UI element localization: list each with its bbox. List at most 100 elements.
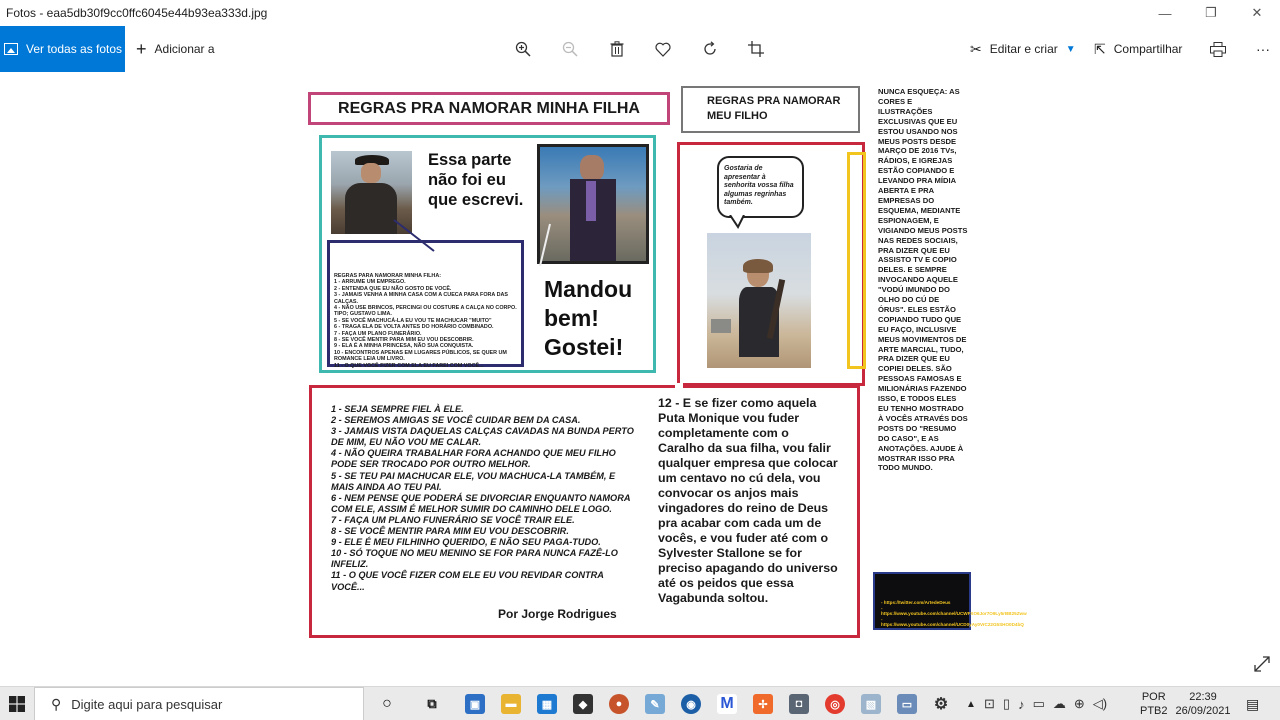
photos-taskbar-icon[interactable]: ▦ xyxy=(537,694,557,714)
rotate-button[interactable] xyxy=(697,36,723,62)
pinwheel-icon[interactable]: ✢ xyxy=(753,694,773,714)
close-button[interactable]: ✕ xyxy=(1234,0,1280,26)
not-me-text: Essa parte não foi eu que escrevi. xyxy=(428,151,524,209)
son-rules-panel: 1 - SEJA SEMPRE FIEL À ELE. 2 - SEREMOS … xyxy=(309,385,860,638)
task-view-icon[interactable]: ⧉ xyxy=(422,694,442,714)
m-app-icon[interactable]: M xyxy=(717,694,737,714)
title-bar: Fotos - eaa5db30f9cc0ffc6045e44b93ea333d… xyxy=(0,0,1280,26)
search-icon: ⚲ xyxy=(51,695,62,712)
plus-icon: + xyxy=(136,38,147,59)
image-viewer-icon[interactable]: ▧ xyxy=(861,694,881,714)
window-title: Fotos - eaa5db30f9cc0ffc6045e44b93ea333d… xyxy=(6,6,268,20)
browser-orange-icon[interactable]: ● xyxy=(609,694,629,714)
speech-bubble: Gostaria de apresentar à senhorita vossa… xyxy=(717,156,804,218)
quoted-rules-panel: Essa parte não foi eu que escrevi. REGRA… xyxy=(319,135,656,373)
camera-icon[interactable]: ◘ xyxy=(789,694,809,714)
zoom-in-icon xyxy=(515,41,531,57)
settings-gear-icon[interactable]: ⚙ xyxy=(931,694,951,714)
file-explorer-icon[interactable]: ▬ xyxy=(501,694,521,714)
usb-icon[interactable]: ⊡ xyxy=(984,696,995,712)
links-text: - https://twitter.com/ArtedeDeus - https… xyxy=(881,600,1027,628)
crop-button[interactable] xyxy=(743,36,769,62)
globe-icon[interactable]: ◉ xyxy=(681,694,701,714)
son-rules-text: 1 - SEJA SEMPRE FIEL À ELE. 2 - SEREMOS … xyxy=(331,404,634,592)
border-gap xyxy=(675,383,683,388)
delete-button[interactable] xyxy=(604,36,630,62)
device-icon[interactable]: ▯ xyxy=(1003,696,1010,712)
side-note-text: NUNCA ESQUEÇA: AS CORES E ILUSTRAÇÕES EX… xyxy=(878,87,968,473)
chrome-icon[interactable]: ◎ xyxy=(825,694,845,714)
yellow-frame xyxy=(847,152,866,369)
small-rules-text: REGRAS PARA NAMORAR MINHA FILHA: 1 - ARR… xyxy=(334,273,517,369)
shield-icon[interactable]: ◆ xyxy=(573,694,593,714)
mandou-bem-text: Mandou bem! Gostei! xyxy=(544,276,633,360)
language-indicator[interactable]: POR PTB2 xyxy=(1140,687,1168,720)
chevron-down-icon: ▼ xyxy=(1065,43,1076,55)
window-app-icon[interactable]: ▭ xyxy=(897,694,917,714)
zoom-out-icon xyxy=(562,41,578,57)
title-daughter-box: REGRAS PRA NAMORAR MINHA FILHA xyxy=(308,92,670,125)
favorite-button[interactable] xyxy=(650,36,676,62)
photos-icon xyxy=(4,43,18,55)
system-tray-icons: ⊡ ▯ ♪ ▭ ☁ ⊕ ◁) xyxy=(984,687,1107,720)
small-rules-box: REGRAS PARA NAMORAR MINHA FILHA: 1 - ARR… xyxy=(327,240,524,369)
battery-icon[interactable]: ▭ xyxy=(1033,696,1045,712)
taskbar-search[interactable]: ⚲ Digite aqui para pesquisar xyxy=(34,687,364,720)
clock[interactable]: 22:39 26/09/2021 xyxy=(1172,687,1234,720)
start-button[interactable] xyxy=(0,687,34,720)
woman-panel: Gostaria de apresentar à senhorita vossa… xyxy=(677,142,865,386)
author-credit: Por Jorge Rodrigues xyxy=(498,607,617,621)
rotate-icon xyxy=(704,41,716,55)
photos-app-window: Fotos - eaa5db30f9cc0ffc6045e44b93ea333d… xyxy=(0,0,1280,720)
woman-photo xyxy=(707,233,811,368)
minimize-button[interactable]: — xyxy=(1142,0,1188,26)
edit-create-label: Editar e criar xyxy=(989,42,1058,56)
pointer-line-right xyxy=(539,223,551,267)
tray-chevron-icon[interactable]: ▲ xyxy=(966,687,976,720)
add-to-label: Adicionar a xyxy=(154,42,215,56)
network-globe-icon[interactable]: ⊕ xyxy=(1074,696,1085,712)
printer-icon xyxy=(1210,41,1226,57)
windows-logo-icon xyxy=(9,696,25,712)
title-son: REGRAS PRA NAMORAR MEU FILHO xyxy=(707,95,841,122)
clock-time: 22:39 xyxy=(1189,691,1217,703)
microphone-icon[interactable]: ♪ xyxy=(1018,697,1025,712)
view-all-photos-button[interactable]: Ver todas as fotos xyxy=(0,26,125,72)
language-code: POR xyxy=(1141,691,1166,703)
expand-button[interactable] xyxy=(1252,654,1272,674)
keyboard-layout: PTB2 xyxy=(1140,705,1168,717)
share-button[interactable]: ⇱ Compartilhar xyxy=(1094,26,1182,72)
title-daughter: REGRAS PRA NAMORAR MINHA FILHA xyxy=(338,99,640,117)
links-box: - https://twitter.com/ArtedeDeus - https… xyxy=(873,572,1027,630)
more-options-button[interactable]: ··· xyxy=(1256,26,1270,72)
heart-icon xyxy=(655,42,671,57)
notifications-icon[interactable]: ▤ xyxy=(1246,687,1259,720)
rule-12-text: 12 - E se fizer como aquela Puta Monique… xyxy=(658,396,838,605)
command-bar: Ver todas as fotos + Adicionar a ✂ Edita… xyxy=(0,26,1280,72)
crop-icon xyxy=(748,41,764,57)
cortana-icon[interactable]: ○ xyxy=(377,694,397,714)
store-icon[interactable]: ▣ xyxy=(465,694,485,714)
stallone-photo xyxy=(537,144,649,264)
cloud-icon[interactable]: ☁ xyxy=(1053,696,1066,712)
zoom-in-button[interactable] xyxy=(510,36,536,62)
clock-date: 26/09/2021 xyxy=(1175,705,1231,717)
maximize-button[interactable]: ❐ xyxy=(1188,0,1234,26)
speech-bubble-tail xyxy=(729,215,745,229)
paint-icon[interactable]: ✎ xyxy=(645,694,665,714)
zoom-out-button[interactable] xyxy=(557,36,583,62)
volume-icon[interactable]: ◁) xyxy=(1093,696,1107,712)
share-label: Compartilhar xyxy=(1113,42,1183,56)
title-son-box: REGRAS PRA NAMORAR MEU FILHO xyxy=(681,86,860,133)
expand-icon xyxy=(1254,656,1270,672)
print-button[interactable] xyxy=(1210,26,1226,72)
photo-canvas: REGRAS PRA NAMORAR MINHA FILHA REGRAS PR… xyxy=(300,80,1027,640)
add-to-button[interactable]: + Adicionar a xyxy=(136,26,215,72)
speech-text: Gostaria de apresentar à senhorita vossa… xyxy=(724,165,794,206)
edit-sparkle-icon: ✂ xyxy=(970,40,982,57)
view-all-label: Ver todas as fotos xyxy=(26,42,123,56)
edit-create-button[interactable]: ✂ Editar e criar ▼ xyxy=(970,26,1076,72)
trash-icon xyxy=(610,41,624,57)
taskbar: ⚲ Digite aqui para pesquisar ○ ⧉ ▣ ▬ ▦ ◆… xyxy=(0,686,1280,720)
share-icon: ⇱ xyxy=(1094,40,1106,57)
